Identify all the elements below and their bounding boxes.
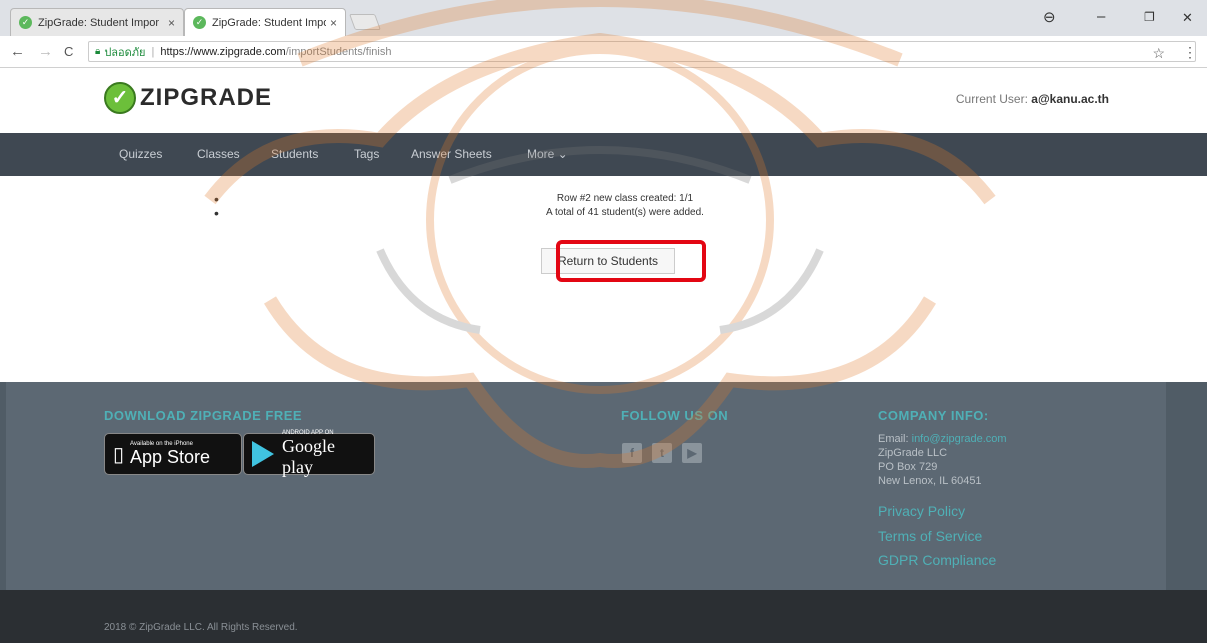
maximize-icon[interactable]: ❐ xyxy=(1144,10,1155,24)
zipgrade-favicon-icon: ✓ xyxy=(193,16,206,29)
nav-answer-sheets[interactable]: Answer Sheets xyxy=(411,147,492,161)
company-city: New Lenox, IL 60451 xyxy=(878,475,982,487)
company-po-box: PO Box 729 xyxy=(878,461,938,473)
copyright-text: 2018 © ZipGrade LLC. All Rights Reserved… xyxy=(104,622,298,633)
footer: DOWNLOAD ZIPGRADE FREE ▯ Available on th… xyxy=(0,382,1207,590)
nav-classes[interactable]: Classes xyxy=(197,147,240,161)
url-host: https://www.zipgrade.com xyxy=(160,45,286,58)
tab-title: ZipGrade: Student Impor xyxy=(38,16,160,29)
footer-panel: DOWNLOAD ZIPGRADE FREE ▯ Available on th… xyxy=(6,382,1166,590)
zipgrade-favicon-icon: ✓ xyxy=(19,16,32,29)
app-store-big: App Store xyxy=(130,446,211,467)
account-icon[interactable]: ⊖ xyxy=(1043,8,1056,26)
reload-icon[interactable]: C xyxy=(64,44,73,59)
google-play-big: Google play xyxy=(282,436,335,477)
browser-menu-icon[interactable]: ⋮ xyxy=(1183,44,1197,61)
zipgrade-logo[interactable]: ✓ ZIPGRADE xyxy=(104,82,272,114)
browser-tab[interactable]: ✓ ZipGrade: Student Impor × xyxy=(10,8,184,36)
youtube-icon[interactable]: ▶ xyxy=(682,443,702,463)
back-icon[interactable]: ← xyxy=(10,43,25,60)
new-tab-button[interactable] xyxy=(349,14,381,30)
google-play-icon xyxy=(252,441,274,467)
company-heading: COMPANY INFO: xyxy=(878,408,989,423)
checkmark-logo-icon: ✓ xyxy=(104,82,136,114)
browser-tab-active[interactable]: ✓ ZipGrade: Student Impor × xyxy=(184,8,346,36)
gdpr-compliance-link[interactable]: GDPR Compliance xyxy=(878,552,996,568)
download-heading: DOWNLOAD ZIPGRADE FREE xyxy=(104,408,303,423)
current-user-label: Current User: xyxy=(955,92,1028,106)
nav-students[interactable]: Students xyxy=(271,147,318,161)
tab-close-icon[interactable]: × xyxy=(330,16,337,30)
app-store-badge[interactable]: ▯ Available on the iPhone App Store xyxy=(104,433,242,475)
browser-tab-bar: ✓ ZipGrade: Student Impor × ✓ ZipGrade: … xyxy=(0,0,1207,36)
tab-close-icon[interactable]: × xyxy=(168,16,175,30)
url-separator: | xyxy=(151,45,155,58)
current-user-value: a@kanu.ac.th xyxy=(1031,92,1109,106)
current-user: Current User: a@kanu.ac.th xyxy=(956,92,1109,106)
iphone-icon: ▯ xyxy=(113,443,125,466)
forward-icon[interactable]: → xyxy=(38,43,53,60)
site-header: ✓ ZIPGRADE Current User: a@kanu.ac.th xyxy=(0,68,1207,133)
main-nav: Quizzes Classes Students Tags Answer She… xyxy=(0,133,1207,176)
bookmark-star-icon[interactable]: ☆ xyxy=(1152,45,1165,62)
nav-more[interactable]: More ⌄ xyxy=(527,147,568,161)
google-play-badge[interactable]: ANDROID APP ON Google play xyxy=(243,430,375,477)
nav-quizzes[interactable]: Quizzes xyxy=(119,147,162,161)
logo-text: ZIPGRADE xyxy=(140,84,273,111)
copyright-bar: 2018 © ZipGrade LLC. All Rights Reserved… xyxy=(0,590,1207,643)
lock-icon: 🔒︎ xyxy=(95,46,101,57)
minimize-icon[interactable]: – xyxy=(1097,8,1105,25)
nav-tags[interactable]: Tags xyxy=(354,147,379,161)
terms-of-service-link[interactable]: Terms of Service xyxy=(878,528,982,544)
facebook-icon[interactable]: f xyxy=(622,443,642,463)
email-label: Email: xyxy=(878,433,909,445)
follow-heading: FOLLOW US ON xyxy=(621,408,729,423)
twitter-icon[interactable]: t xyxy=(652,443,672,463)
import-result: • • Row #2 new class created: 1/1 A tota… xyxy=(0,176,1207,382)
privacy-policy-link[interactable]: Privacy Policy xyxy=(878,503,965,519)
result-message: A total of 41 student(s) were added. xyxy=(546,207,704,218)
email-link[interactable]: info@zipgrade.com xyxy=(912,433,1007,445)
url-path: /importStudents/finish xyxy=(285,45,392,58)
address-bar: ← → C 🔒︎ ปลอดภัย | https://www.zipgrade.… xyxy=(0,36,1207,68)
tab-title: ZipGrade: Student Impor xyxy=(212,16,326,29)
company-name: ZipGrade LLC xyxy=(878,447,948,459)
close-window-icon[interactable]: ✕ xyxy=(1182,10,1193,26)
company-email: Email: info@zipgrade.com xyxy=(878,433,1007,445)
result-message: Row #2 new class created: 1/1 xyxy=(556,193,694,204)
url-input[interactable]: 🔒︎ ปลอดภัย | https://www.zipgrade.com /i… xyxy=(88,41,1196,62)
secure-label: ปลอดภัย xyxy=(104,46,146,59)
return-to-students-button[interactable]: Return to Students xyxy=(541,248,675,274)
